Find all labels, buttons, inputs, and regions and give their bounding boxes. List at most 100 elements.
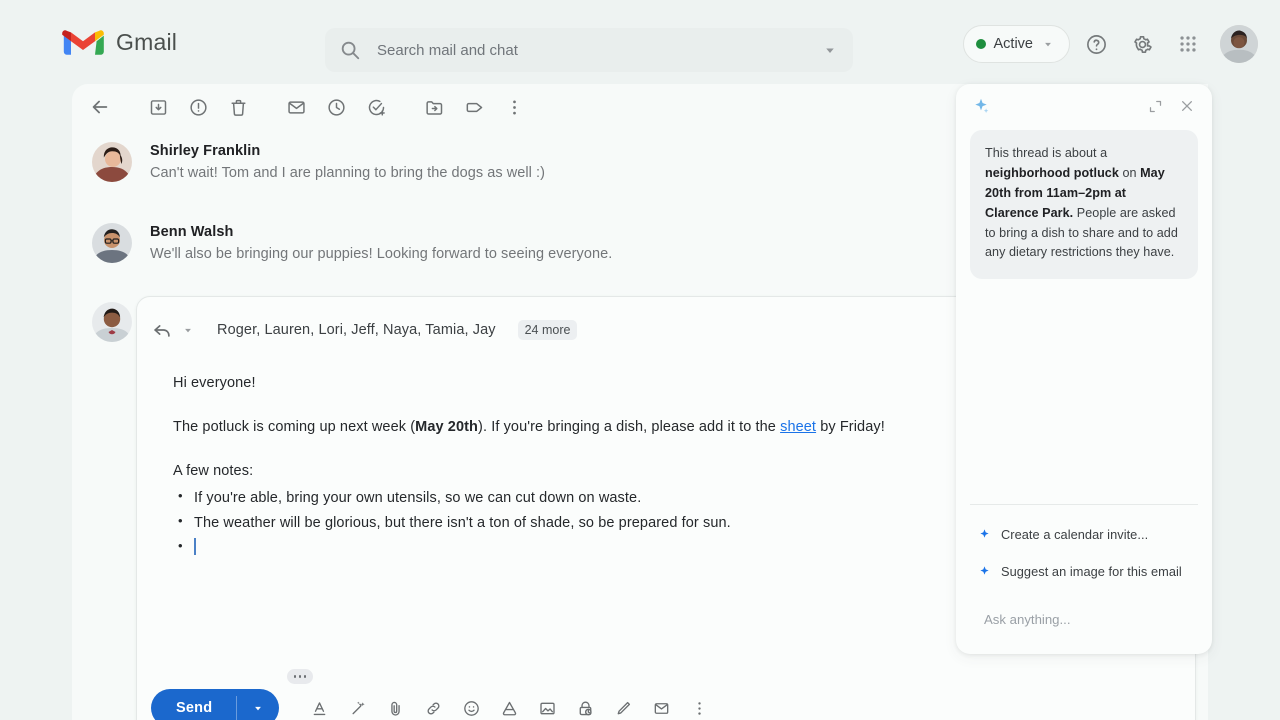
ask-anything-input[interactable]: [970, 611, 1198, 627]
compose-footer: Send: [151, 689, 717, 720]
gear-icon: [1133, 35, 1152, 53]
text-format-icon: [313, 701, 326, 715]
body-para2-mid: ). If you're bringing a dish, please add…: [478, 419, 781, 436]
ellipsis-dot-icon: [298, 675, 302, 678]
task-check-icon: [368, 99, 385, 116]
side-panel-header: [956, 84, 1212, 128]
apps-grid-icon: [1180, 36, 1196, 52]
more-options-button[interactable]: [681, 690, 717, 720]
avatar-image: [1220, 25, 1258, 63]
body-para2-post: by Friday!: [816, 419, 885, 436]
insert-signature-button[interactable]: [605, 690, 641, 720]
envelope-icon: [287, 100, 305, 114]
insert-emoji-button[interactable]: [453, 690, 489, 720]
body-para2-pre: The potluck is coming up next week (: [173, 419, 416, 436]
thread-summary-card: This thread is about a neighborhood potl…: [970, 130, 1198, 280]
brand-label: Gmail: [116, 28, 178, 55]
labels-button[interactable]: [454, 87, 494, 127]
chevron-down-icon: [255, 706, 262, 711]
avatar-image: [92, 302, 132, 342]
more-vertical-icon: [512, 100, 516, 114]
settings-button[interactable]: [1122, 24, 1162, 64]
gmail-app-window: Gmail Active: [0, 0, 1280, 720]
message-preview[interactable]: Benn Walsh We'll also be bringing our pu…: [92, 223, 972, 263]
status-label: Active: [993, 36, 1034, 52]
search-input[interactable]: [377, 41, 821, 59]
chevron-down-icon[interactable]: [181, 323, 195, 337]
delete-button[interactable]: [218, 87, 258, 127]
send-button[interactable]: Send: [151, 689, 236, 720]
avatar: [92, 302, 132, 342]
chevron-down-icon[interactable]: [821, 41, 839, 59]
expand-panel-button[interactable]: [1140, 91, 1170, 121]
body-para2-bold-date: May 20th: [415, 419, 479, 436]
message-preview[interactable]: Shirley Franklin Can't wait! Tom and I a…: [92, 142, 972, 182]
emoji-icon: [463, 700, 479, 716]
ai-side-panel: This thread is about a neighborhood potl…: [956, 84, 1212, 654]
formatting-toolbar: [301, 690, 717, 720]
close-panel-button[interactable]: [1172, 91, 1202, 121]
recipients-list[interactable]: Roger, Lauren, Lori, Jeff, Naya, Tamia, …: [217, 322, 496, 338]
archive-button[interactable]: [138, 87, 178, 127]
avatar-image: [92, 142, 132, 182]
ellipsis-dot-icon: [303, 675, 307, 678]
image-icon: [540, 702, 555, 714]
chevron-down-icon: [1045, 42, 1051, 47]
gmail-brand[interactable]: Gmail: [62, 26, 177, 58]
link-icon: [427, 702, 440, 714]
move-to-folder-icon: [425, 100, 442, 115]
send-options-button[interactable]: [237, 689, 279, 720]
suggestion-label: Create a calendar invite...: [1001, 527, 1149, 542]
sender-name: Benn Walsh: [150, 224, 234, 240]
report-spam-icon: [189, 98, 207, 116]
report-spam-button[interactable]: [178, 87, 218, 127]
trash-icon: [230, 99, 246, 116]
show-trimmed-content-button[interactable]: [287, 669, 313, 684]
google-apps-button[interactable]: [1168, 24, 1208, 64]
summary-pre: This thread is about a: [985, 146, 1108, 160]
avatar: [92, 223, 132, 263]
add-to-tasks-button[interactable]: [356, 87, 396, 127]
suggestion-suggest-image[interactable]: Suggest an image for this email: [970, 558, 1190, 585]
arrow-left-icon: [92, 100, 108, 114]
insert-link-button[interactable]: [415, 690, 451, 720]
more-recipients-chip[interactable]: 24 more: [517, 320, 578, 340]
insert-photo-button[interactable]: [529, 690, 565, 720]
message-text: Shirley Franklin Can't wait! Tom and I a…: [150, 142, 545, 182]
gmail-logo-icon: [62, 30, 104, 55]
suggestion-create-calendar-invite[interactable]: Create a calendar invite...: [970, 521, 1156, 548]
ask-anything-box[interactable]: [970, 602, 1198, 636]
text-cursor: [194, 538, 196, 556]
label-tag-icon: [466, 102, 482, 112]
move-to-button[interactable]: [414, 87, 454, 127]
close-icon: [1182, 101, 1192, 111]
avatar[interactable]: [1220, 25, 1258, 63]
sparkle-icon: [980, 529, 989, 538]
search-icon: [341, 41, 360, 60]
avatar: [92, 142, 132, 182]
sheet-link[interactable]: sheet: [780, 419, 816, 435]
mark-unread-button[interactable]: [276, 87, 316, 127]
message-snippet: Can't wait! Tom and I are planning to br…: [150, 165, 545, 181]
snooze-button[interactable]: [316, 87, 356, 127]
confidential-mode-button[interactable]: [567, 690, 603, 720]
insert-drive-file-button[interactable]: [491, 690, 527, 720]
search-bar[interactable]: [325, 28, 853, 72]
sparkle-icon: [975, 98, 989, 113]
status-badge[interactable]: Active: [962, 25, 1070, 63]
expand-icon: [1149, 100, 1161, 112]
back-button[interactable]: [80, 87, 120, 127]
templates-button[interactable]: [643, 690, 679, 720]
help-me-write-button[interactable]: [339, 690, 375, 720]
more-options-button[interactable]: [494, 87, 534, 127]
attach-file-button[interactable]: [377, 690, 413, 720]
lock-clock-icon: [579, 701, 592, 715]
formatting-options-button[interactable]: [301, 690, 337, 720]
help-button[interactable]: [1076, 24, 1116, 64]
sender-name: Shirley Franklin: [150, 143, 261, 159]
avatar-image: [92, 223, 132, 263]
suggestion-label: Suggest an image for this email: [1001, 564, 1182, 579]
message-snippet: We'll also be bringing our puppies! Look…: [150, 246, 613, 262]
send-button-group[interactable]: Send: [151, 689, 280, 720]
reply-arrow-icon[interactable]: [151, 319, 173, 341]
